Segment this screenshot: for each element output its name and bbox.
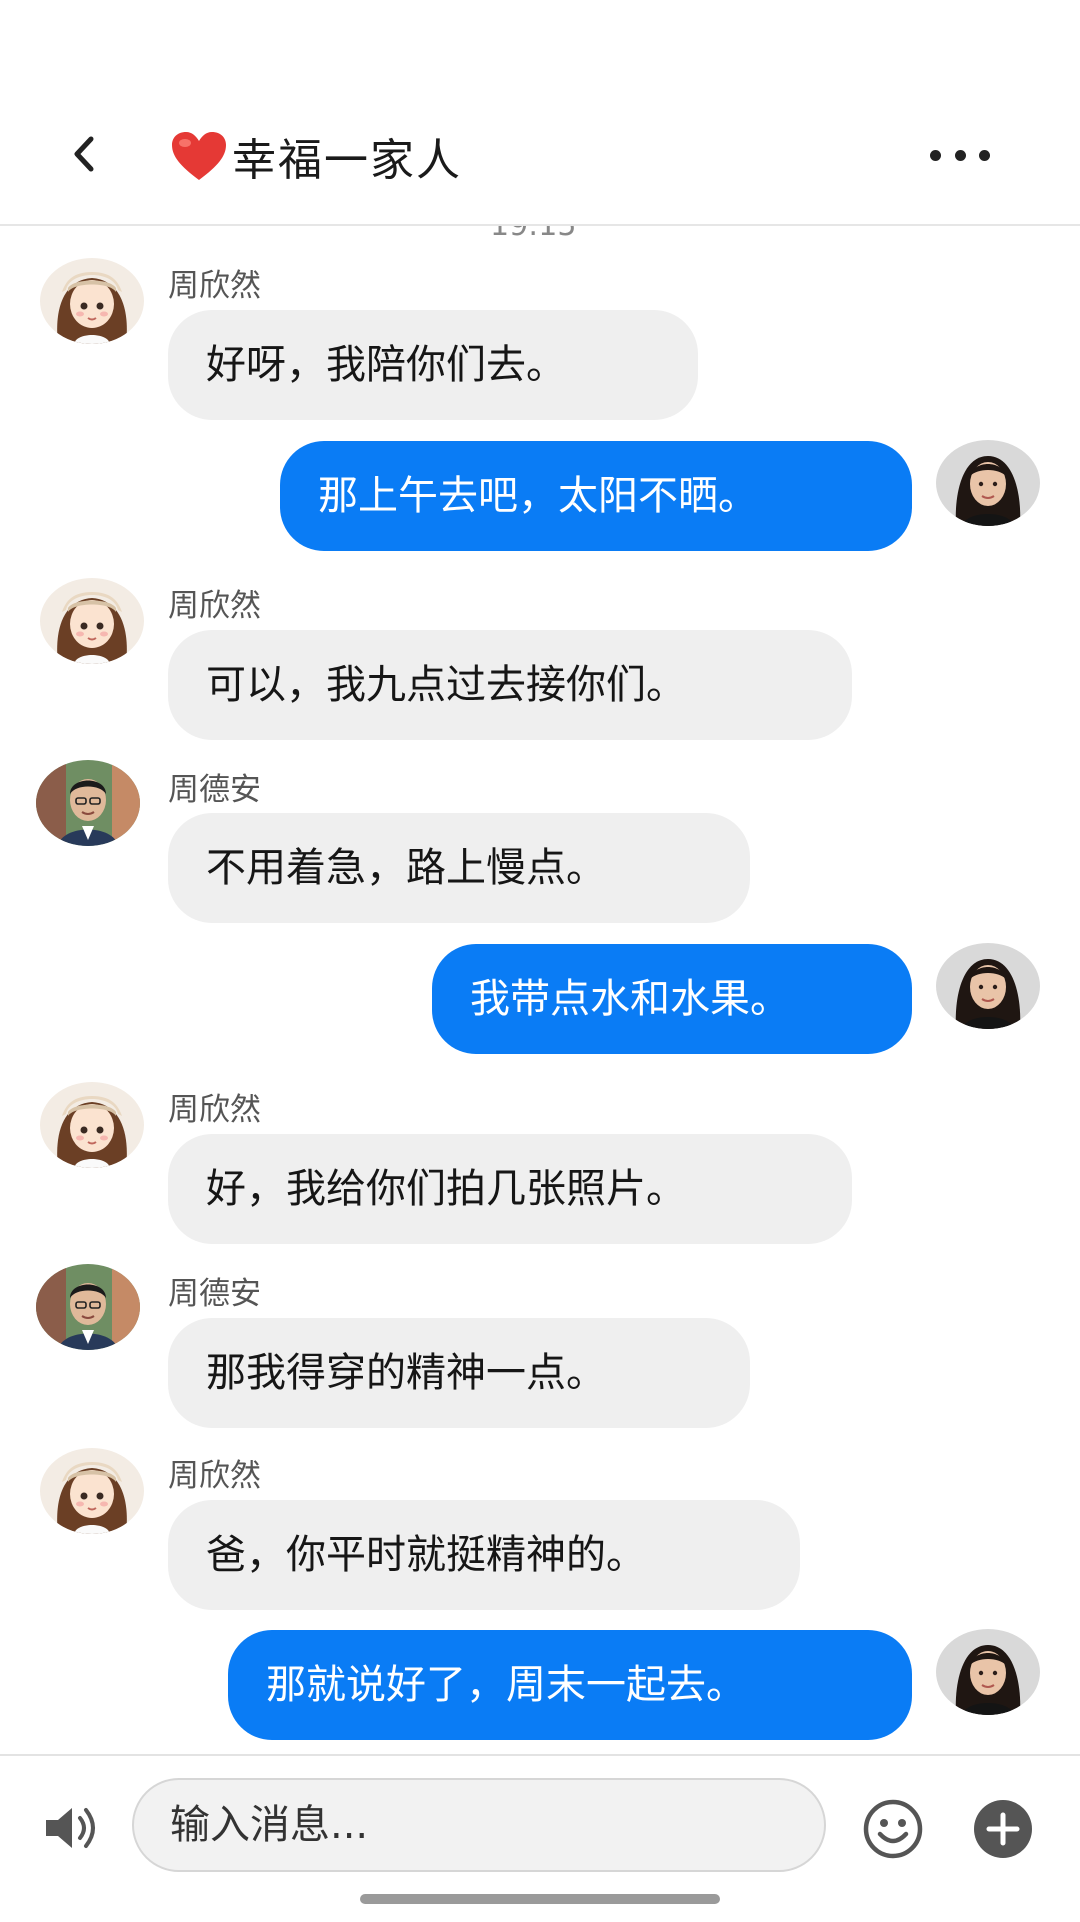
chevron-left-icon	[74, 136, 94, 172]
avatar-zhou-dean[interactable]	[36, 760, 140, 846]
more-dot-icon	[954, 149, 966, 161]
plus-button[interactable]	[972, 1798, 1034, 1860]
more-options-button[interactable]	[930, 140, 990, 170]
message-bubble-incoming[interactable]: 爸，你平时就挺精神的。	[168, 1500, 800, 1610]
message-bubble-outgoing[interactable]: 那就说好了，周末一起去。	[228, 1630, 912, 1740]
girl-cartoon-avatar-icon	[40, 1082, 144, 1168]
sender-name: 周欣然	[168, 268, 261, 304]
avatar-self[interactable]	[936, 440, 1040, 526]
avatar-zhou-xinran[interactable]	[40, 258, 144, 344]
avatar-zhou-dean[interactable]	[36, 1264, 140, 1350]
man-photo-avatar-icon	[36, 760, 140, 846]
avatar-zhou-xinran[interactable]	[40, 1082, 144, 1168]
sender-name: 周欣然	[168, 588, 261, 624]
message-bubble-outgoing[interactable]: 那上午去吧，太阳不晒。	[280, 441, 912, 551]
chat-title: 幸福一家人	[232, 135, 462, 186]
message-bubble-incoming[interactable]: 好，我给你们拍几张照片。	[168, 1134, 852, 1244]
sender-name: 周欣然	[168, 1458, 261, 1494]
red-heart-icon	[172, 132, 226, 180]
more-dot-icon	[979, 149, 990, 161]
avatar-self[interactable]	[936, 943, 1040, 1029]
voice-button[interactable]	[40, 1796, 104, 1860]
avatar-self[interactable]	[936, 1629, 1040, 1715]
plus-circle-icon	[974, 1800, 1032, 1858]
woman-photo-avatar-icon	[936, 440, 1040, 526]
smiley-icon	[863, 1799, 923, 1859]
more-dot-icon	[930, 149, 941, 161]
message-bubble-incoming[interactable]: 可以，我九点过去接你们。	[168, 630, 852, 740]
sender-name: 周欣然	[168, 1092, 261, 1128]
message-bubble-incoming[interactable]: 好呀，我陪你们去。	[168, 310, 698, 420]
girl-cartoon-avatar-icon	[40, 258, 144, 344]
speaker-icon	[46, 1808, 95, 1848]
man-photo-avatar-icon	[36, 1264, 140, 1350]
home-indicator[interactable]	[360, 1894, 720, 1904]
woman-photo-avatar-icon	[936, 943, 1040, 1029]
message-bubble-incoming[interactable]: 那我得穿的精神一点。	[168, 1318, 750, 1428]
back-button[interactable]	[62, 132, 106, 176]
girl-cartoon-avatar-icon	[40, 578, 144, 664]
girl-cartoon-avatar-icon	[40, 1448, 144, 1534]
chat-header: 幸福一家人	[0, 0, 1080, 226]
chat-title-group: 幸福一家人	[170, 126, 462, 186]
emoji-button[interactable]	[862, 1798, 924, 1860]
sender-name: 周德安	[168, 1276, 261, 1312]
message-bubble-outgoing[interactable]: 我带点水和水果。	[432, 944, 912, 1054]
avatar-zhou-xinran[interactable]	[40, 1448, 144, 1534]
message-bubble-incoming[interactable]: 不用着急，路上慢点。	[168, 813, 750, 923]
woman-photo-avatar-icon	[936, 1629, 1040, 1715]
message-input[interactable]	[132, 1778, 826, 1872]
sender-name: 周德安	[168, 772, 261, 808]
avatar-zhou-xinran[interactable]	[40, 578, 144, 664]
